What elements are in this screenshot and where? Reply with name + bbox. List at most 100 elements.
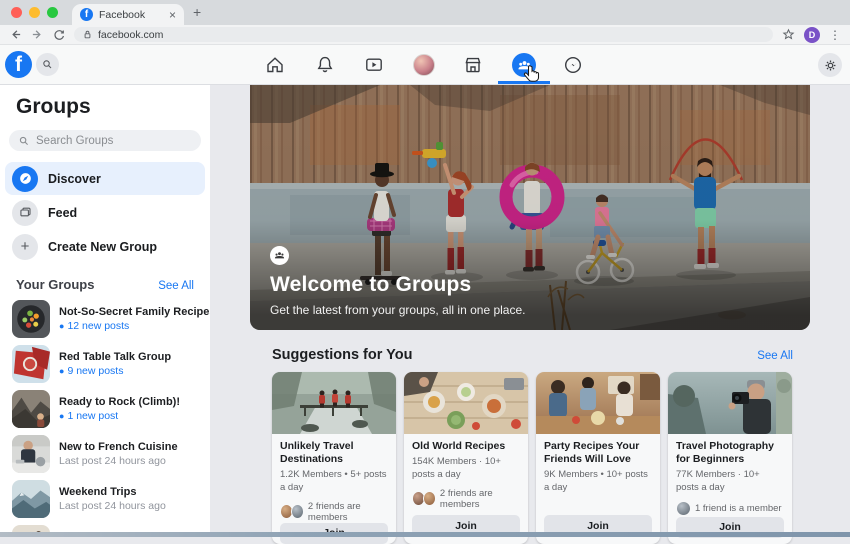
unread-dot: ● bbox=[59, 321, 64, 331]
sidebar-item-create-new-group[interactable]: + Create New Group bbox=[5, 230, 205, 263]
card-meta: 77K Members · 10+ posts a day bbox=[676, 469, 784, 495]
marketplace-icon[interactable] bbox=[463, 55, 483, 75]
sidebar-item-feed[interactable]: Feed bbox=[5, 196, 205, 229]
group-item-weekend-trips[interactable]: Weekend Trips ●Last post 24 hours ago bbox=[0, 476, 210, 521]
suggestion-card-unlikely-travel[interactable]: Unlikely Travel Destinations 1.2K Member… bbox=[272, 372, 396, 544]
new-tab-button[interactable]: + bbox=[193, 4, 201, 20]
forward-icon[interactable] bbox=[31, 28, 44, 41]
welcome-hero-banner: Welcome to Groups Get the latest from yo… bbox=[250, 85, 810, 330]
card-body: Travel Photography for Beginners 77K Mem… bbox=[668, 434, 792, 544]
suggestion-card-party-recipes[interactable]: Party Recipes Your Friends Will Love 9K … bbox=[536, 372, 660, 544]
card-title: Unlikely Travel Destinations bbox=[280, 440, 388, 466]
home-icon[interactable] bbox=[265, 55, 285, 75]
window-close-button[interactable] bbox=[11, 7, 22, 18]
search-icon bbox=[41, 58, 54, 71]
group-status: ●1 new post bbox=[59, 410, 180, 422]
header-search-button[interactable] bbox=[36, 53, 59, 76]
group-status: ●12 new posts bbox=[59, 320, 210, 332]
group-thumbnail bbox=[12, 390, 50, 428]
tab-title: Facebook bbox=[99, 9, 163, 21]
card-body: Unlikely Travel Destinations 1.2K Member… bbox=[272, 434, 396, 544]
card-cover-photo bbox=[404, 372, 528, 434]
suggestions-header: Suggestions for You See All bbox=[272, 347, 793, 363]
card-cover-photo bbox=[272, 372, 396, 434]
browser-profile-avatar[interactable]: D bbox=[804, 27, 820, 43]
card-body: Party Recipes Your Friends Will Love 9K … bbox=[536, 434, 660, 544]
groups-badge-icon bbox=[270, 246, 289, 265]
group-item-texts: New to French Cuisine ●Last post 24 hour… bbox=[59, 441, 178, 467]
friends-row: 1 friend is a member bbox=[676, 501, 784, 517]
watch-icon[interactable] bbox=[364, 55, 384, 75]
window-bottom-edge bbox=[0, 532, 850, 537]
window-zoom-button[interactable] bbox=[47, 7, 58, 18]
browser-tab-facebook[interactable]: f Facebook × bbox=[72, 4, 184, 25]
hero-content: Welcome to Groups Get the latest from yo… bbox=[270, 246, 525, 317]
browser-menu-icon[interactable]: ⋮ bbox=[829, 28, 841, 42]
friend-avatar bbox=[423, 491, 436, 506]
unread-dot: ● bbox=[59, 366, 64, 376]
screenshot-root: { "browser": { "tab_title": "Facebook", … bbox=[0, 0, 850, 537]
card-cover-photo bbox=[536, 372, 660, 434]
window-minimize-button[interactable] bbox=[29, 7, 40, 18]
discover-compass-icon bbox=[12, 166, 38, 192]
card-meta: 1.2K Members • 5+ posts a day bbox=[280, 469, 388, 495]
sidebar-title: Groups bbox=[16, 95, 194, 119]
friends-label: 2 friends are members bbox=[308, 501, 388, 523]
suggestion-card-old-world-recipes[interactable]: Old World Recipes 154K Members · 10+ pos… bbox=[404, 372, 528, 544]
group-item-texts: Weekend Trips ●Last post 24 hours ago bbox=[59, 486, 166, 512]
group-item-texts: Not-So-Secret Family Recipes ●12 new pos… bbox=[59, 306, 210, 332]
search-groups-input[interactable] bbox=[36, 135, 192, 147]
friends-label: 1 friend is a member bbox=[695, 503, 782, 514]
friends-row: 2 friends are members bbox=[412, 488, 520, 510]
back-icon[interactable] bbox=[9, 28, 22, 41]
your-groups-heading: Your Groups bbox=[16, 277, 94, 292]
url-text: facebook.com bbox=[98, 29, 163, 41]
facebook-favicon-icon: f bbox=[80, 8, 93, 21]
facebook-logo[interactable]: f bbox=[5, 51, 32, 78]
tab-close-icon[interactable]: × bbox=[169, 8, 176, 22]
your-groups-section-header: Your Groups See All bbox=[16, 277, 194, 292]
notifications-bell-icon[interactable] bbox=[315, 55, 335, 75]
sidebar-item-label: Discover bbox=[48, 172, 101, 186]
card-title: Travel Photography for Beginners bbox=[676, 440, 784, 466]
reload-icon[interactable] bbox=[53, 29, 65, 41]
group-item-family-recipes[interactable]: Not-So-Secret Family Recipes ●12 new pos… bbox=[0, 296, 210, 341]
lock-icon bbox=[82, 29, 93, 40]
group-item-french-cuisine[interactable]: New to French Cuisine ●Last post 24 hour… bbox=[0, 431, 210, 476]
suggestion-card-travel-photography[interactable]: Travel Photography for Beginners 77K Mem… bbox=[668, 372, 792, 544]
group-thumbnail bbox=[12, 480, 50, 518]
group-status: ●Last post 24 hours ago bbox=[59, 455, 178, 467]
suggestion-cards-row: Unlikely Travel Destinations 1.2K Member… bbox=[272, 372, 793, 544]
group-status: ●Last post 24 hours ago bbox=[59, 500, 166, 512]
group-name: Red Table Talk Group bbox=[59, 351, 171, 363]
card-title: Party Recipes Your Friends Will Love bbox=[544, 440, 652, 466]
settings-gear-icon[interactable] bbox=[818, 53, 842, 77]
friends-row: 2 friends are members bbox=[280, 501, 388, 523]
messenger-icon[interactable] bbox=[563, 55, 583, 75]
sidebar-item-discover[interactable]: Discover bbox=[5, 162, 205, 195]
suggestions-section: Suggestions for You See All Unlikely Tra… bbox=[272, 347, 793, 544]
mouse-cursor-hand bbox=[521, 64, 542, 85]
friend-avatar bbox=[676, 501, 691, 516]
group-name: Ready to Rock (Climb)! bbox=[59, 396, 180, 408]
your-groups-see-all-link[interactable]: See All bbox=[158, 280, 194, 292]
plus-icon: + bbox=[12, 234, 38, 260]
search-icon bbox=[18, 135, 30, 147]
group-item-ready-to-rock[interactable]: Ready to Rock (Climb)! ●1 new post bbox=[0, 386, 210, 431]
card-title: Old World Recipes bbox=[412, 440, 520, 453]
sidebar-item-label: Create New Group bbox=[48, 240, 157, 254]
card-meta: 154K Members · 10+ posts a day bbox=[412, 456, 520, 482]
profile-avatar[interactable] bbox=[413, 54, 435, 76]
unread-dot: ● bbox=[59, 411, 64, 421]
suggestions-see-all-link[interactable]: See All bbox=[757, 350, 793, 362]
browser-toolbar: facebook.com D ⋮ bbox=[0, 25, 850, 45]
search-groups-field[interactable] bbox=[9, 130, 201, 151]
address-bar[interactable]: facebook.com bbox=[74, 27, 773, 42]
browser-tab-strip: f Facebook × + bbox=[0, 0, 850, 25]
sidebar-item-label: Feed bbox=[48, 206, 77, 220]
group-thumbnail bbox=[12, 345, 50, 383]
group-item-red-table-talk[interactable]: Red Table Talk Group ●9 new posts bbox=[0, 341, 210, 386]
card-cover-photo bbox=[668, 372, 792, 434]
card-meta: 9K Members • 10+ posts a day bbox=[544, 469, 652, 495]
bookmark-star-icon[interactable] bbox=[782, 28, 795, 41]
